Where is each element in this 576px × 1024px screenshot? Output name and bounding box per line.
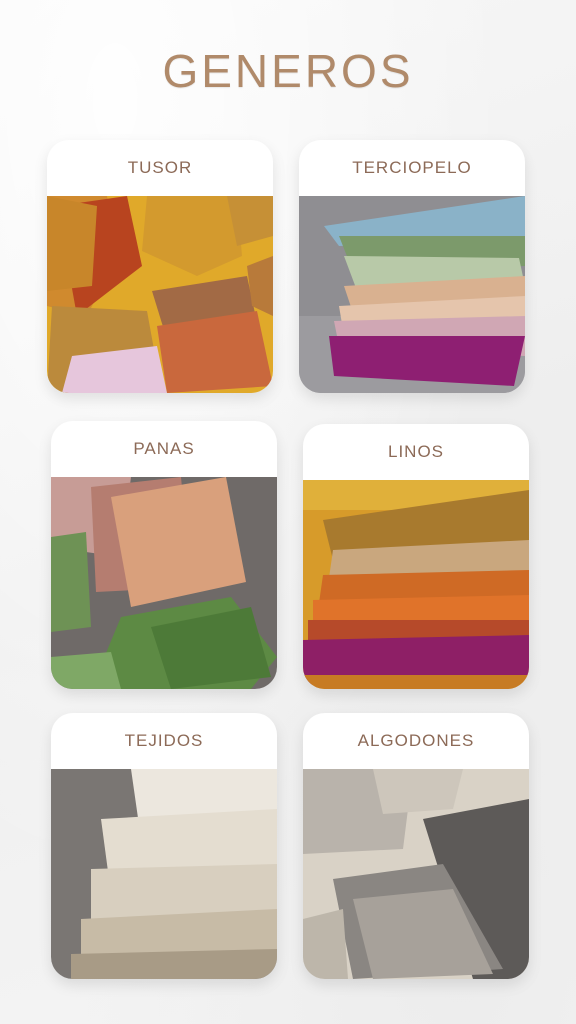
- category-card-algodones[interactable]: ALGODONES: [303, 713, 529, 979]
- card-title: TERCIOPELO: [352, 158, 472, 177]
- linos-fabric-image: [303, 480, 529, 689]
- category-card-tusor[interactable]: TUSOR: [47, 140, 273, 393]
- card-title: PANAS: [133, 439, 195, 458]
- algodones-fabric-image: [303, 769, 529, 979]
- card-title: TEJIDOS: [124, 731, 204, 750]
- category-card-panas[interactable]: PANAS: [51, 421, 277, 689]
- page-title: GENEROS: [162, 45, 414, 97]
- category-card-linos[interactable]: LINOS: [303, 424, 529, 689]
- tusor-fabric-image: [47, 196, 273, 393]
- category-card-terciopelo[interactable]: TERCIOPELO: [299, 140, 525, 393]
- panas-fabric-image: [51, 477, 277, 689]
- card-title: LINOS: [387, 442, 445, 461]
- terciopelo-fabric-image: [299, 196, 525, 393]
- card-title: TUSOR: [127, 158, 193, 177]
- tejidos-fabric-image: [51, 769, 277, 979]
- category-card-tejidos[interactable]: TEJIDOS: [51, 713, 277, 979]
- card-title: ALGODONES: [357, 731, 475, 750]
